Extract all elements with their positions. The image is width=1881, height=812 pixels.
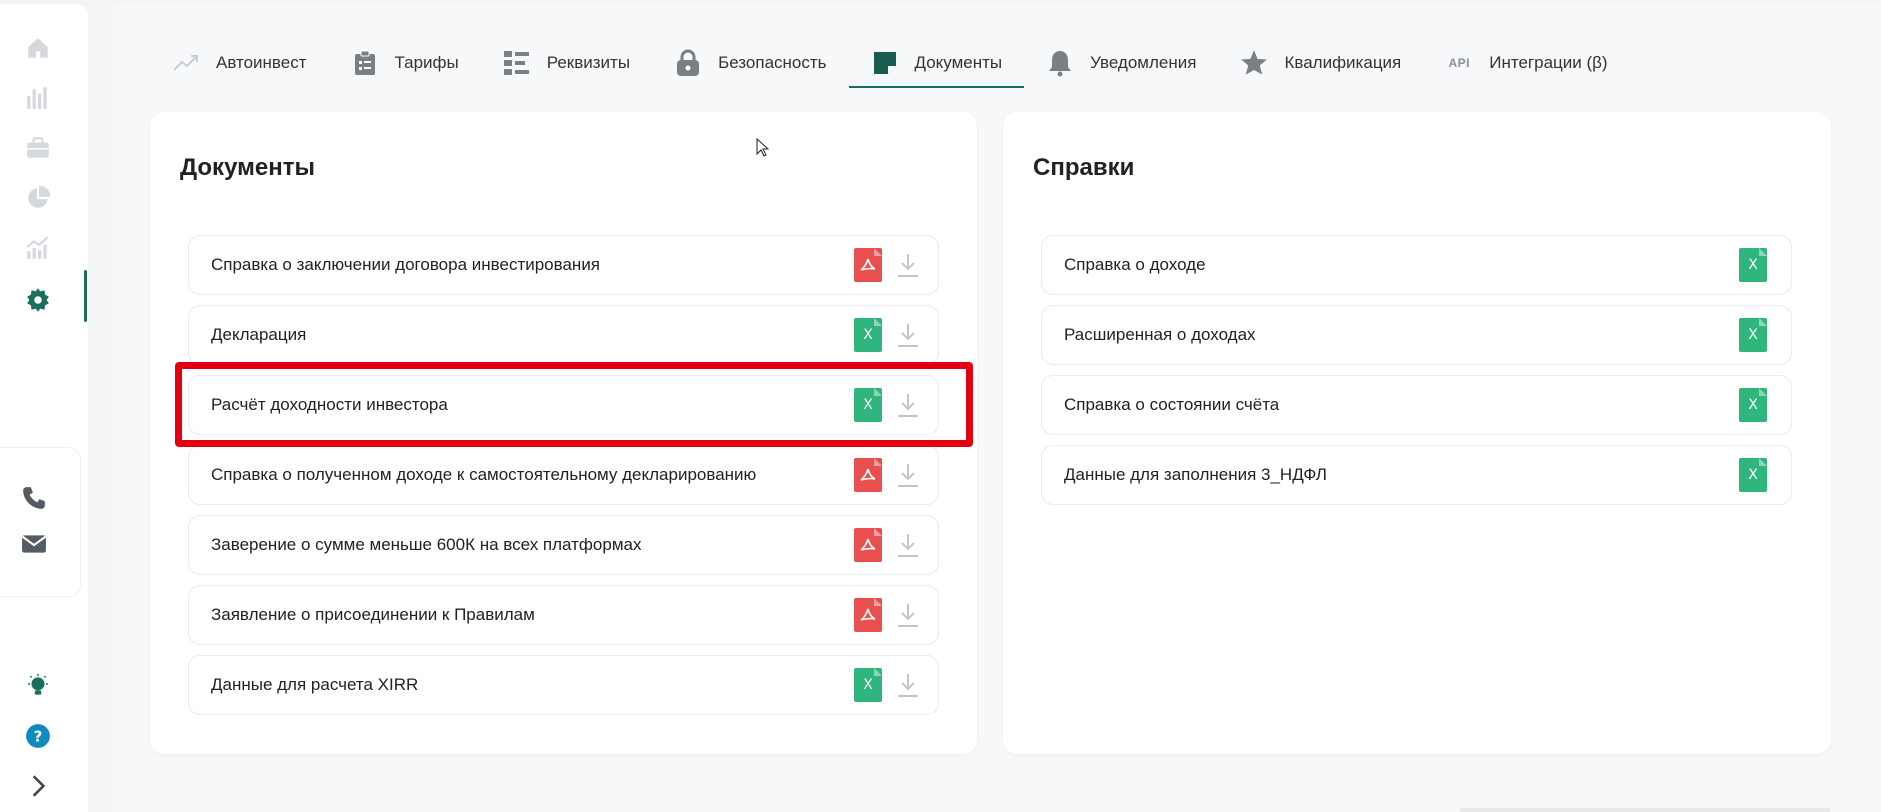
phone-icon[interactable] (18, 482, 50, 514)
sidebar-active-indicator (84, 270, 87, 322)
certificates-title: Справки (1033, 154, 1135, 181)
mouse-cursor-icon (756, 137, 770, 163)
document-row[interactable]: Заявление о присоединении к Правилам (188, 585, 939, 645)
tab-documents[interactable]: Документы (848, 38, 1025, 88)
download-icon[interactable] (894, 668, 922, 702)
excel-mark: X (863, 677, 873, 693)
document-row[interactable]: Справка о заключении договора инвестиров… (188, 235, 939, 295)
document-icon (871, 49, 899, 77)
tab-security[interactable]: Безопасность (652, 38, 848, 88)
excel-file-icon[interactable]: X (1739, 248, 1767, 282)
pdf-file-icon[interactable] (854, 528, 882, 562)
excel-mark: X (863, 327, 873, 343)
tab-qualification[interactable]: Квалификация (1218, 38, 1423, 88)
list-icon (503, 49, 531, 77)
pie-chart-icon[interactable] (22, 182, 54, 214)
excel-file-icon[interactable]: X (1739, 318, 1767, 352)
bar-chart-icon[interactable] (22, 82, 54, 114)
document-row[interactable]: Расчёт доходности инвестора X (188, 375, 939, 435)
download-icon[interactable] (894, 598, 922, 632)
excel-mark: X (1748, 467, 1758, 483)
document-label: Заверение о сумме меньше 600К на всех пл… (211, 535, 642, 554)
clipboard-icon (351, 49, 379, 77)
tab-tariffs[interactable]: Тарифы (329, 38, 481, 88)
trend-up-icon (172, 49, 200, 77)
document-row[interactable]: Данные для расчета XIRR X (188, 655, 939, 715)
settings-tabs: Автоинвест Тарифы Реквизиты Безопасность… (168, 38, 1630, 88)
contact-card (0, 448, 80, 596)
lightbulb-icon[interactable] (22, 670, 54, 702)
certificates-card: Справки Справка о доходе X Расширенная о д… (1003, 112, 1831, 754)
document-row[interactable]: Расширенная о доходах X (1041, 305, 1792, 365)
document-row[interactable]: Справка о полученном доходе к самостояте… (188, 445, 939, 505)
excel-file-icon[interactable]: X (1739, 388, 1767, 422)
tab-label: Тарифы (394, 53, 459, 72)
download-icon[interactable] (894, 528, 922, 562)
tab-label: Безопасность (718, 53, 827, 72)
excel-file-icon[interactable]: X (1739, 458, 1767, 492)
document-label: Справка о состоянии счёта (1064, 395, 1280, 414)
document-row[interactable]: Справка о доходе X (1041, 235, 1792, 295)
document-row[interactable]: Декларация X (188, 305, 939, 365)
document-label: Данные для заполнения 3_НДФЛ (1064, 465, 1327, 484)
document-label: Декларация (211, 325, 307, 344)
tab-label: Интеграции (β) (1489, 53, 1608, 72)
excel-mark: X (1748, 327, 1758, 343)
document-label: Справка о заключении договора инвестиров… (211, 255, 601, 274)
excel-file-icon[interactable]: X (854, 388, 882, 422)
mail-icon[interactable] (18, 528, 50, 560)
lock-icon (674, 49, 702, 77)
home-icon[interactable] (22, 32, 54, 64)
tab-label: Уведомления (1090, 53, 1197, 72)
help-icon[interactable]: ? (22, 720, 54, 752)
document-label: Расчёт доходности инвестора (211, 395, 448, 414)
download-icon[interactable] (894, 388, 922, 422)
tab-label: Реквизиты (546, 53, 631, 72)
document-label: Данные для расчета XIRR (211, 675, 419, 694)
growth-chart-icon[interactable] (22, 232, 54, 264)
briefcase-icon[interactable] (22, 132, 54, 164)
pdf-file-icon[interactable] (854, 458, 882, 492)
document-label: Справка о полученном доходе к самостояте… (211, 465, 757, 484)
bottom-edge (1460, 808, 1830, 812)
download-icon[interactable] (894, 318, 922, 352)
document-label: Справка о доходе (1064, 255, 1206, 274)
document-label: Расширенная о доходах (1064, 325, 1256, 344)
pdf-file-icon[interactable] (854, 598, 882, 632)
pdf-file-icon[interactable] (854, 248, 882, 282)
excel-mark: X (1748, 397, 1758, 413)
tab-label: Документы (914, 53, 1003, 72)
download-icon[interactable] (894, 458, 922, 492)
excel-mark: X (1748, 257, 1758, 273)
document-label: Заявление о присоединении к Правилам (211, 605, 535, 624)
chevron-right-icon[interactable] (22, 770, 54, 802)
document-row[interactable]: Заверение о сумме меньше 600К на всех пл… (188, 515, 939, 575)
document-row[interactable]: Данные для заполнения 3_НДФЛ X (1041, 445, 1792, 505)
tab-autoinvest[interactable]: Автоинвест (168, 38, 329, 88)
tab-integrations[interactable]: API Интеграции (β) (1423, 38, 1629, 88)
excel-file-icon[interactable]: X (854, 318, 882, 352)
tab-requisites[interactable]: Реквизиты (481, 38, 652, 88)
documents-card: Документы Справка о заключении договора … (150, 112, 977, 754)
api-icon: API (1448, 56, 1471, 70)
tab-notifications[interactable]: Уведомления (1024, 38, 1218, 88)
bell-icon (1046, 49, 1074, 77)
document-row[interactable]: Справка о состоянии счёта X (1041, 375, 1792, 435)
excel-mark: X (863, 397, 873, 413)
tab-label: Квалификация (1284, 53, 1402, 72)
tab-label: Автоинвест (216, 53, 307, 72)
documents-title: Документы (180, 154, 315, 181)
star-icon (1240, 49, 1268, 77)
excel-file-icon[interactable]: X (854, 668, 882, 702)
download-icon[interactable] (894, 248, 922, 282)
svg-text:?: ? (34, 727, 43, 745)
gear-icon[interactable] (22, 284, 54, 316)
